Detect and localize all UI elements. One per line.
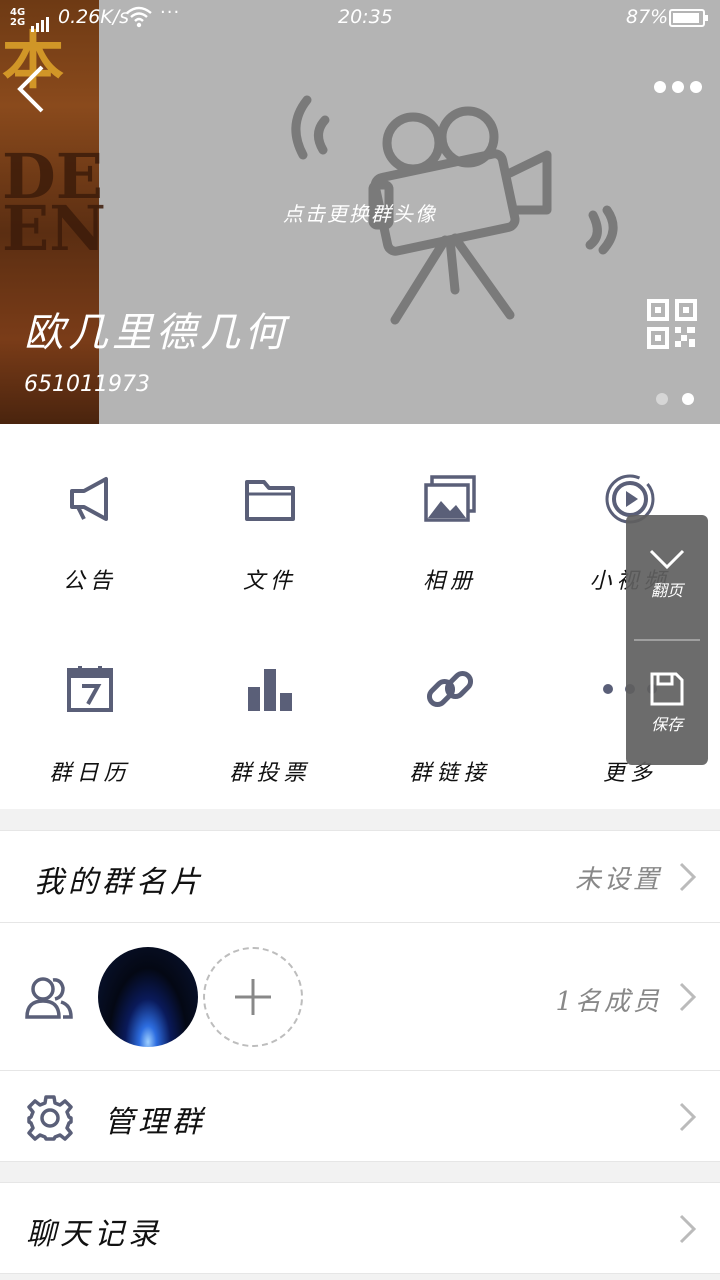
qr-code-icon xyxy=(647,299,697,349)
page-dot-active xyxy=(682,393,694,405)
more-dots-icon xyxy=(654,81,702,93)
cover-photo-text: EN xyxy=(2,192,106,265)
row-value: 未设置 xyxy=(574,865,662,895)
add-member-button[interactable] xyxy=(203,947,303,1047)
feature-group-link[interactable]: 群链接 xyxy=(360,424,540,786)
page-dot xyxy=(656,393,668,405)
signal-icon xyxy=(31,10,51,32)
floating-tool-panel: 翻页 保存 xyxy=(626,515,708,765)
battery-icon xyxy=(669,9,708,27)
bar-chart-icon xyxy=(235,659,305,719)
chevron-down-icon xyxy=(649,549,685,570)
feature-label: 群链接 xyxy=(409,761,491,786)
row-title: 管理群 xyxy=(104,1105,206,1140)
feature-grid: 公告 文件 相册 小视频 群日历 群投票 群链接 xyxy=(0,424,720,809)
link-icon xyxy=(415,659,485,719)
chevron-right-icon xyxy=(679,1102,697,1132)
feature-label: 群投票 xyxy=(229,761,311,786)
row-title: 我的群名片 xyxy=(34,865,204,900)
save-icon xyxy=(650,672,684,706)
status-bar: 4G 2G 0.26K/s ··· 20:35 87% xyxy=(0,0,720,36)
notification-more-icon: ··· xyxy=(160,2,181,23)
row-title: 聊天记录 xyxy=(26,1217,162,1252)
clock: 20:35 xyxy=(338,6,393,28)
plus-icon xyxy=(235,979,271,1015)
change-avatar-hint[interactable]: 点击更换群头像 xyxy=(240,198,480,227)
back-button[interactable] xyxy=(14,64,50,114)
network-speed: 0.26K/s xyxy=(58,6,130,28)
calendar-icon xyxy=(55,659,125,719)
feature-group-calendar[interactable]: 群日历 xyxy=(0,424,180,786)
network-type: 4G 2G xyxy=(10,7,26,28)
group-members-row[interactable]: 1名成员 xyxy=(0,922,720,1071)
chevron-left-icon xyxy=(17,65,44,113)
my-group-card-row[interactable]: 我的群名片 未设置 xyxy=(0,830,720,923)
group-header: 本 DE EN 4G 2G 0.26K/s ··· 20:35 87% 点击更换… xyxy=(0,0,720,424)
chevron-right-icon xyxy=(679,862,697,892)
page-turn-label: 翻页 xyxy=(650,581,683,600)
save-label: 保存 xyxy=(650,715,683,734)
cover-page-indicator xyxy=(656,390,708,409)
more-options-button[interactable] xyxy=(650,74,706,100)
wifi-icon xyxy=(126,6,152,33)
group-name: 欧几里德几何 xyxy=(24,310,288,356)
divider xyxy=(634,639,700,641)
chevron-right-icon xyxy=(679,982,697,1012)
group-id: 651011973 xyxy=(24,372,150,397)
chat-history-row[interactable]: 聊天记录 xyxy=(0,1182,720,1274)
save-button[interactable]: 保存 xyxy=(626,671,708,735)
battery-percent: 87% xyxy=(626,6,669,28)
qr-code-button[interactable] xyxy=(647,299,697,349)
chevron-right-icon xyxy=(679,1214,697,1244)
members-icon xyxy=(25,977,73,1019)
gear-icon xyxy=(27,1095,73,1141)
manage-group-row[interactable]: 管理群 xyxy=(0,1070,720,1162)
feature-group-vote[interactable]: 群投票 xyxy=(180,424,360,786)
member-count: 1名成员 xyxy=(555,987,662,1017)
feature-label: 群日历 xyxy=(49,761,131,786)
member-avatar[interactable] xyxy=(98,947,198,1047)
page-turn-button[interactable]: 翻页 xyxy=(626,547,708,601)
